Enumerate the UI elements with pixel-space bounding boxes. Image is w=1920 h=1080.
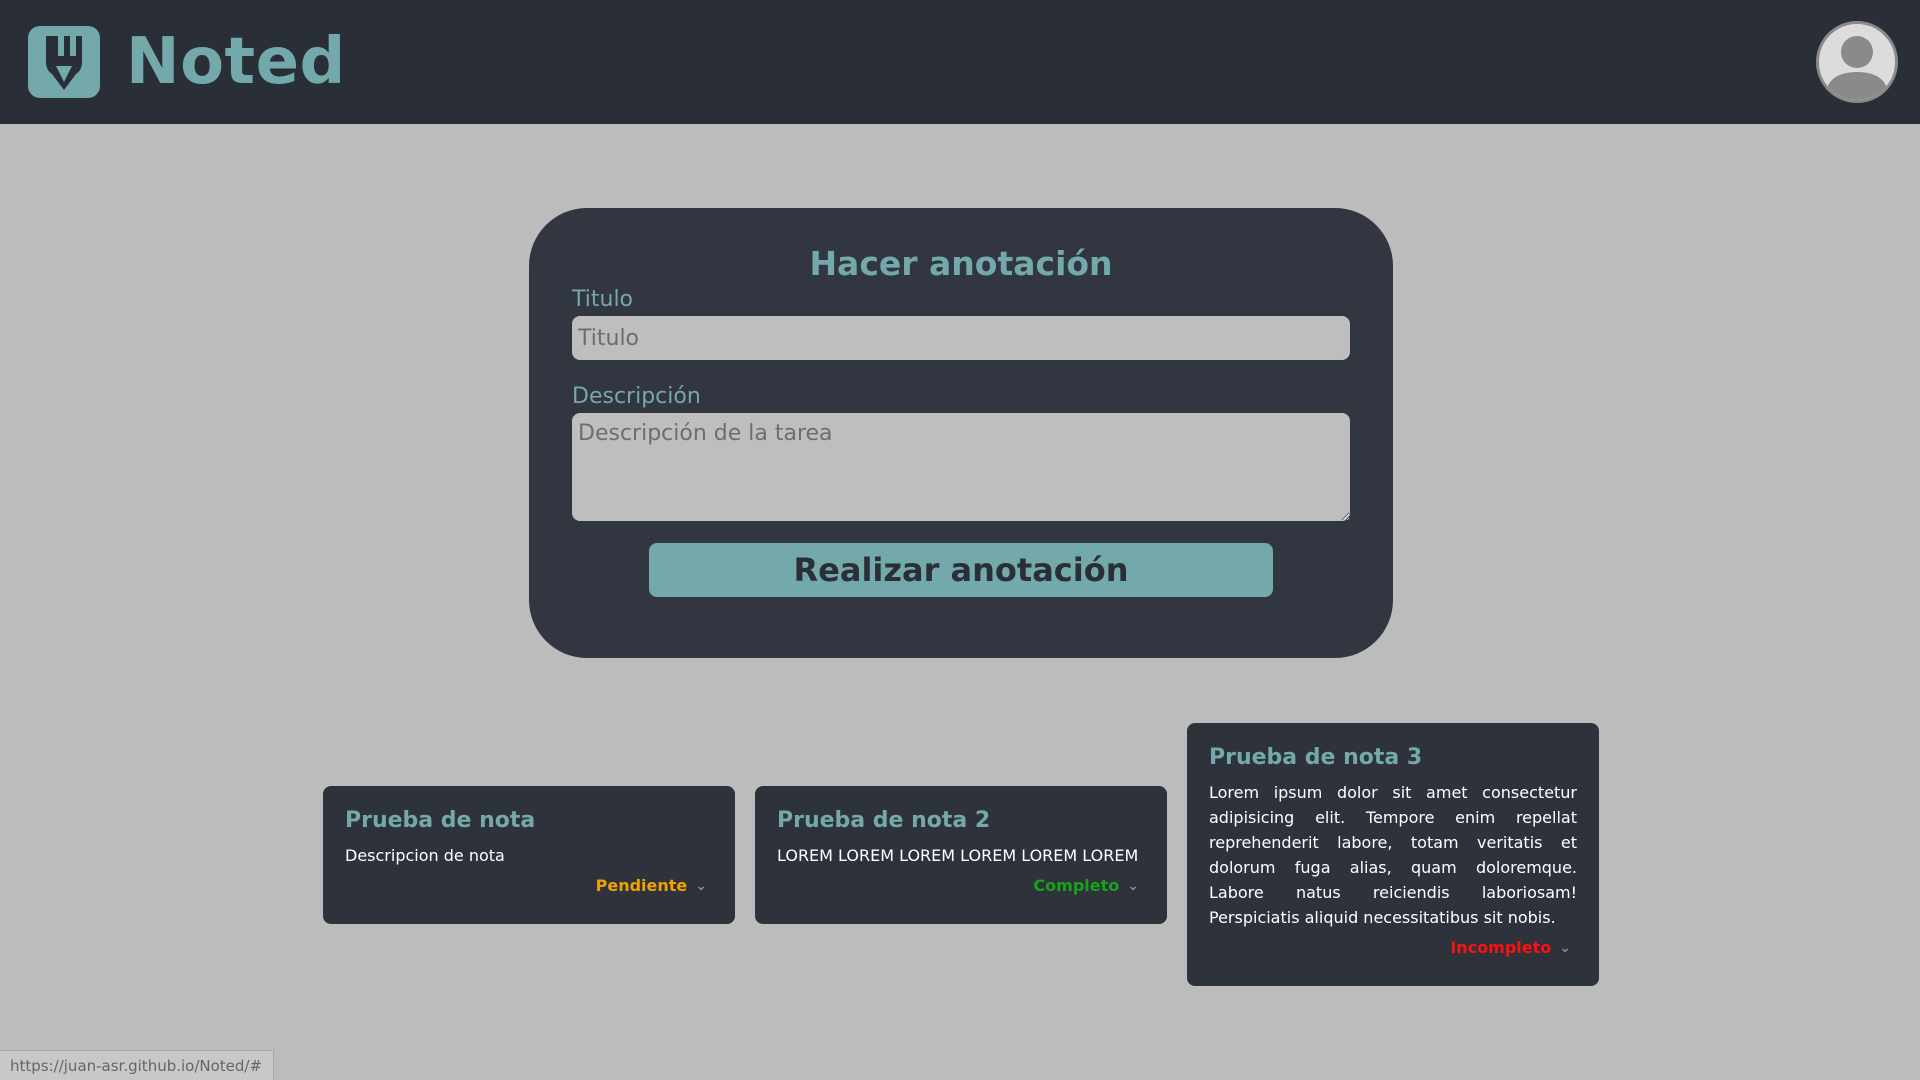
title-label: Titulo bbox=[572, 287, 634, 312]
chevron-down-icon: ⌄ bbox=[1127, 877, 1139, 894]
description-textarea[interactable] bbox=[572, 413, 1350, 521]
note-title: Prueba de nota 3 bbox=[1209, 745, 1423, 770]
pencil-logo-icon bbox=[28, 26, 100, 98]
description-label: Descripción bbox=[572, 384, 701, 409]
status-dropdown[interactable]: Completo ⌄ bbox=[777, 876, 1145, 895]
brand[interactable]: Noted bbox=[28, 25, 346, 99]
form-title: Hacer anotación bbox=[809, 244, 1113, 283]
status-dropdown[interactable]: Incompleto ⌄ bbox=[1209, 938, 1577, 957]
status-text: Completo bbox=[1033, 876, 1120, 895]
note-description: Lorem ipsum dolor sit amet consectetur a… bbox=[1209, 783, 1577, 927]
page: Noted Hacer anotación Titulo Descripción… bbox=[0, 0, 1920, 1080]
note-title: Prueba de nota bbox=[345, 808, 536, 833]
note-card: Prueba de nota 2 LOREM LOREM LOREM LOREM… bbox=[755, 786, 1167, 924]
brand-name: Noted bbox=[126, 25, 346, 99]
status-dropdown[interactable]: Pendiente ⌄ bbox=[345, 876, 713, 895]
app-header: Noted bbox=[0, 0, 1920, 124]
note-title: Prueba de nota 2 bbox=[777, 808, 991, 833]
chevron-down-icon: ⌄ bbox=[1559, 939, 1571, 956]
link-preview-url: https://juan-asr.github.io/Noted/# bbox=[0, 1050, 274, 1080]
user-avatar-icon[interactable] bbox=[1816, 21, 1898, 103]
submit-note-button[interactable]: Realizar anotación bbox=[649, 543, 1273, 597]
note-card: Prueba de nota 3 Lorem ipsum dolor sit a… bbox=[1187, 723, 1599, 986]
note-description: LOREM LOREM LOREM LOREM LOREM LOREM bbox=[777, 846, 1139, 865]
note-description: Descripcion de nota bbox=[345, 846, 505, 865]
status-text: Incompleto bbox=[1450, 938, 1552, 957]
note-card: Prueba de nota Descripcion de nota Pendi… bbox=[323, 786, 735, 924]
title-input[interactable] bbox=[572, 316, 1350, 360]
chevron-down-icon: ⌄ bbox=[695, 877, 707, 894]
note-form: Hacer anotación Titulo Descripción Reali… bbox=[529, 208, 1393, 658]
status-text: Pendiente bbox=[595, 876, 688, 895]
